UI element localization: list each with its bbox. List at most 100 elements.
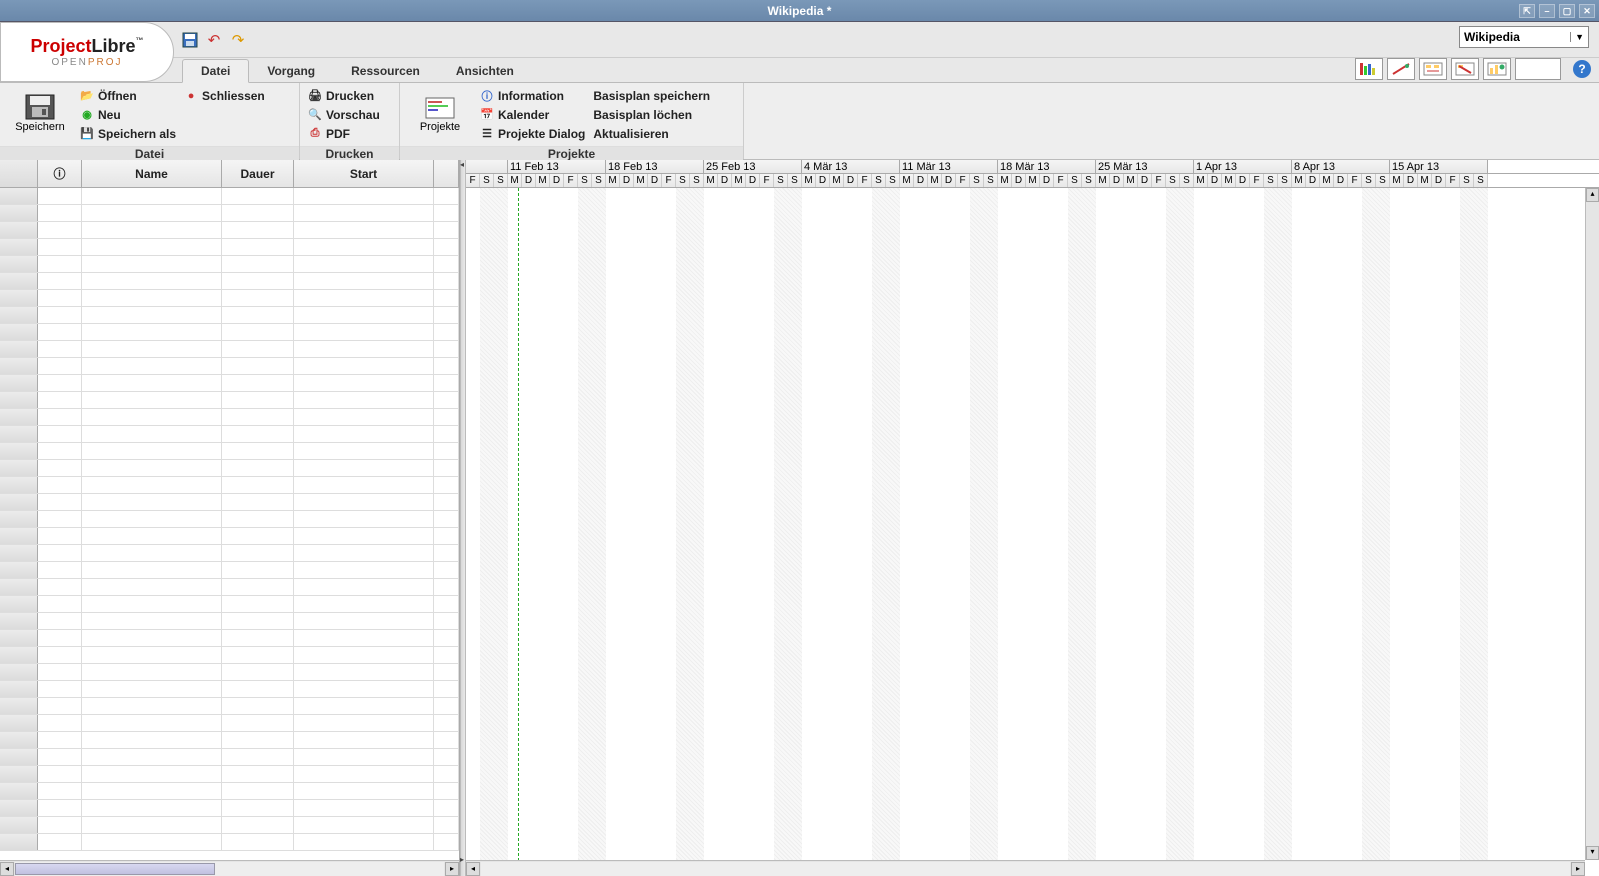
timeline-day[interactable]: S (1362, 174, 1376, 187)
timeline-day[interactable]: F (1446, 174, 1460, 187)
minimize-icon[interactable]: – (1539, 4, 1555, 18)
restore-up-icon[interactable]: ⇱ (1519, 4, 1535, 18)
timeline-day[interactable]: S (886, 174, 900, 187)
col-header-start[interactable]: Start (294, 160, 434, 187)
new-button[interactable]: ◉Neu (80, 106, 176, 123)
resource-sheet-icon[interactable] (1387, 58, 1415, 80)
table-row[interactable] (0, 749, 459, 766)
timeline-week[interactable]: 18 Feb 13 (606, 160, 704, 173)
timeline-day[interactable]: S (578, 174, 592, 187)
timeline-day[interactable]: S (1264, 174, 1278, 187)
timeline-day[interactable]: S (592, 174, 606, 187)
close-button[interactable]: ●Schliessen (184, 87, 265, 104)
scroll-down-icon[interactable]: ▾ (1586, 846, 1599, 860)
timeline-day[interactable]: D (1012, 174, 1026, 187)
table-row[interactable] (0, 664, 459, 681)
table-row[interactable] (0, 375, 459, 392)
save-as-button[interactable]: 💾Speichern als (80, 125, 176, 142)
timeline-day[interactable]: S (774, 174, 788, 187)
scroll-up-icon[interactable]: ▴ (1586, 188, 1599, 202)
timeline-day[interactable]: S (1082, 174, 1096, 187)
timeline-week[interactable]: 25 Mär 13 (1096, 160, 1194, 173)
timeline-week-partial[interactable] (466, 160, 508, 173)
histogram-icon[interactable] (1483, 58, 1511, 80)
timeline-day[interactable]: M (1418, 174, 1432, 187)
timeline-week[interactable]: 18 Mär 13 (998, 160, 1096, 173)
table-row[interactable] (0, 426, 459, 443)
timeline-day[interactable]: M (508, 174, 522, 187)
app-logo[interactable]: ProjectLibre™ OPENPROJ (0, 22, 174, 82)
table-row[interactable] (0, 834, 459, 851)
timeline-week[interactable]: 11 Feb 13 (508, 160, 606, 173)
table-row[interactable] (0, 392, 459, 409)
open-button[interactable]: 📂Öffnen (80, 87, 176, 104)
table-row[interactable] (0, 341, 459, 358)
preview-button[interactable]: 🔍Vorschau (308, 106, 380, 123)
timeline-week[interactable]: 8 Apr 13 (1292, 160, 1390, 173)
scroll-track[interactable] (15, 862, 444, 876)
timeline-day[interactable]: S (1068, 174, 1082, 187)
save-button[interactable]: Speichern (8, 87, 72, 139)
timeline-week[interactable]: 4 Mär 13 (802, 160, 900, 173)
calendar-button[interactable]: 📅Kalender (480, 106, 585, 123)
timeline-day[interactable]: M (1096, 174, 1110, 187)
timeline-day[interactable]: D (1306, 174, 1320, 187)
pdf-button[interactable]: ⎙PDF (308, 125, 380, 142)
timeline-day[interactable]: D (648, 174, 662, 187)
table-row[interactable] (0, 324, 459, 341)
timeline-day[interactable]: D (816, 174, 830, 187)
scroll-thumb[interactable] (15, 863, 215, 875)
col-header-extra[interactable] (434, 160, 459, 187)
table-row[interactable] (0, 273, 459, 290)
timeline-day[interactable]: S (494, 174, 508, 187)
timeline-day[interactable]: F (662, 174, 676, 187)
timeline-day[interactable]: D (1110, 174, 1124, 187)
table-row[interactable] (0, 800, 459, 817)
timeline-day[interactable]: M (704, 174, 718, 187)
timeline-day[interactable]: D (718, 174, 732, 187)
table-row[interactable] (0, 732, 459, 749)
table-row[interactable] (0, 613, 459, 630)
timeline-day[interactable]: S (676, 174, 690, 187)
timeline-day[interactable]: D (620, 174, 634, 187)
network-view-icon[interactable] (1419, 58, 1447, 80)
table-row[interactable] (0, 511, 459, 528)
timeline-day[interactable]: S (1278, 174, 1292, 187)
timeline-day[interactable]: S (984, 174, 998, 187)
timeline-day[interactable]: F (1152, 174, 1166, 187)
maximize-icon[interactable]: ▢ (1559, 4, 1575, 18)
table-row[interactable] (0, 205, 459, 222)
scroll-left-icon[interactable]: ◂ (0, 862, 14, 876)
table-row[interactable] (0, 290, 459, 307)
timeline-day[interactable]: M (1124, 174, 1138, 187)
timeline-day[interactable]: D (1236, 174, 1250, 187)
timeline-day[interactable]: S (1376, 174, 1390, 187)
table-row[interactable] (0, 817, 459, 834)
timeline-day[interactable]: F (564, 174, 578, 187)
no-filter-icon[interactable] (1451, 58, 1479, 80)
timeline-day[interactable]: S (480, 174, 494, 187)
timeline-day[interactable]: D (1208, 174, 1222, 187)
timeline-day[interactable]: M (606, 174, 620, 187)
task-grid-body[interactable] (0, 188, 459, 860)
table-row[interactable] (0, 222, 459, 239)
timeline-day[interactable]: D (942, 174, 956, 187)
timeline-day[interactable]: M (998, 174, 1012, 187)
information-button[interactable]: ⓘInformation (480, 87, 585, 104)
search-field[interactable] (1515, 58, 1561, 80)
timeline-day[interactable]: M (536, 174, 550, 187)
table-row[interactable] (0, 647, 459, 664)
timeline-day[interactable]: S (1180, 174, 1194, 187)
col-header-info[interactable]: ⓘ (38, 160, 82, 187)
print-button[interactable]: 🖨Drucken (308, 87, 380, 104)
timeline-day[interactable]: D (1138, 174, 1152, 187)
table-row[interactable] (0, 545, 459, 562)
save-baseline-button[interactable]: Basisplan speichern (593, 87, 710, 104)
timeline-day[interactable]: M (1320, 174, 1334, 187)
redo-icon[interactable]: ↷ (230, 32, 246, 48)
tab-datei[interactable]: Datei (182, 59, 249, 83)
tab-ansichten[interactable]: Ansichten (438, 60, 532, 82)
timeline-day[interactable]: S (1474, 174, 1488, 187)
timeline-day[interactable]: S (1460, 174, 1474, 187)
table-row[interactable] (0, 358, 459, 375)
